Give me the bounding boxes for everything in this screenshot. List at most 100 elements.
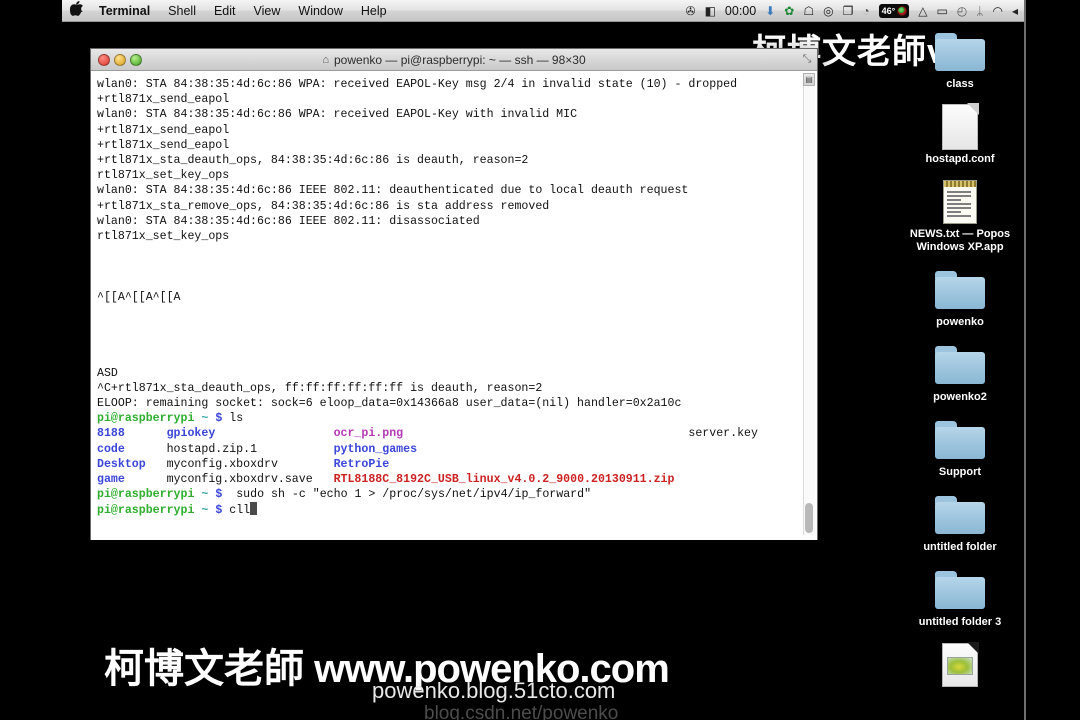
menu-item-window[interactable]: Window — [289, 0, 351, 22]
ls-entry: game — [97, 472, 167, 486]
desktop-icon[interactable]: powenko2 — [900, 339, 1020, 404]
terminal-line-text: +rtl871x_sta_deauth_ops, 84:38:35:4d:6c:… — [97, 153, 529, 167]
terminal-line: wlan0: STA 84:38:35:4d:6c:86 WPA: receiv… — [97, 77, 817, 92]
ls-entry: myconfig.xboxdrv.save — [166, 472, 334, 486]
ls-entry: RetroPie — [333, 457, 689, 471]
menu-item-edit[interactable]: Edit — [205, 0, 245, 22]
terminal-line-text: wlan0: STA 84:38:35:4d:6c:86 IEEE 802.11… — [97, 214, 480, 228]
terminal-line: ^C+rtl871x_sta_deauth_ops, ff:ff:ff:ff:f… — [97, 381, 817, 396]
terminal-line-text: wlan0: STA 84:38:35:4d:6c:86 WPA: receiv… — [97, 108, 578, 122]
desktop-icon[interactable] — [900, 639, 1020, 691]
desktop-icon-label: NEWS.txt — Popos Windows XP.app — [909, 228, 1011, 253]
ls-entry: 8188 — [97, 427, 167, 441]
command-text: ls — [229, 412, 244, 426]
terminal-line-text: +rtl871x_send_eapol — [97, 93, 230, 107]
ls-entry: myconfig.xboxdrv — [166, 457, 334, 471]
watermark-blog-51cto: powenko.blog.51cto.com — [372, 678, 616, 703]
terminal-line-text: wlan0: STA 84:38:35:4d:6c:86 WPA: receiv… — [97, 78, 738, 91]
terminal-window[interactable]: ⌂ powenko — pi@raspberrypi: ~ — ssh — 98… — [90, 48, 818, 540]
desktop-icon[interactable]: Support — [900, 414, 1020, 479]
timemachine-icon[interactable]: ◴ — [957, 5, 967, 17]
desktop-icon[interactable]: untitled folder — [900, 489, 1020, 554]
box-icon[interactable]: ◧ — [705, 5, 716, 17]
terminal-line-text: ELOOP: remaining socket: sock=6 eloop_da… — [97, 396, 682, 410]
desktop-icon[interactable]: untitled folder 3 — [900, 564, 1020, 629]
scroll-up-button[interactable]: ▤ — [803, 73, 815, 86]
terminal-title-bar[interactable]: ⌂ powenko — pi@raspberrypi: ~ — ssh — 98… — [91, 49, 817, 71]
desktop-icon-label: powenko — [936, 316, 984, 328]
menu-item-help[interactable]: Help — [352, 0, 396, 22]
desktop-icon[interactable]: class — [900, 26, 1020, 91]
menu-bar: Terminal Shell Edit View Window Help ✇ ◧… — [62, 0, 1024, 22]
terminal-line-text: ASD — [97, 366, 118, 380]
terminal-line-text: ^C+rtl871x_sta_deauth_ops, ff:ff:ff:ff:f… — [97, 381, 543, 395]
menu-item-view[interactable]: View — [245, 0, 290, 22]
ls-row: game myconfig.xboxdrv.save RTL8188C_8192… — [97, 472, 817, 487]
desktop-icon-label: untitled folder — [923, 541, 997, 553]
menu-bar-clock[interactable]: 00:00 — [725, 4, 756, 18]
terminal-output[interactable]: wlan0: STA 84:38:35:4d:6c:86 WPA: receiv… — [91, 71, 817, 540]
watermark-blog-csdn: blog.csdn.net/powenko — [424, 703, 619, 720]
desktop-icon[interactable]: hostapd.conf — [900, 101, 1020, 166]
download-icon[interactable]: ⬇ — [765, 5, 775, 17]
terminal-line-text: ^[[A^[[A^[[A — [97, 290, 181, 304]
menu-item-shell[interactable]: Shell — [159, 0, 205, 22]
desktop-icon[interactable]: NEWS.txt — Popos Windows XP.app — [900, 176, 1020, 254]
menu-item-terminal[interactable]: Terminal — [90, 0, 159, 22]
ls-entry: code — [97, 442, 167, 456]
terminal-scrollbar-track[interactable] — [803, 73, 815, 535]
bluetooth-icon[interactable]: ᛦ — [976, 5, 983, 17]
ls-entry: gpiokey — [166, 427, 334, 441]
terminal-line: +rtl871x_send_eapol — [97, 92, 817, 107]
terminal-input-text: cll — [229, 504, 251, 518]
prompt-user-host: pi@raspberrypi — [97, 488, 195, 502]
google-drive-icon[interactable]: △ — [918, 5, 927, 17]
command-text: sudo sh -c "echo 1 > /proc/sys/net/ipv4/… — [229, 488, 592, 502]
terminal-line: rtl871x_set_key_ops — [97, 229, 817, 244]
folder-icon — [935, 489, 985, 541]
terminal-cursor — [250, 502, 258, 516]
dropbox-sync-icon[interactable]: ✿ — [784, 5, 794, 17]
temperature-widget[interactable]: 46° — [878, 3, 910, 18]
bell-icon[interactable]: ☖ — [803, 5, 814, 17]
terminal-line: rtl871x_set_key_ops — [97, 168, 817, 183]
apple-logo-icon[interactable] — [62, 0, 90, 21]
fullscreen-icon[interactable]: ⤡ — [800, 52, 814, 66]
ls-entry: Desktop — [97, 457, 167, 471]
terminal-line: +rtl871x_send_eapol — [97, 123, 817, 138]
volume-icon[interactable]: ◂ — [1012, 5, 1018, 17]
terminal-line: ASD — [97, 366, 817, 381]
prompt-user-host: pi@raspberrypi — [97, 504, 195, 518]
ls-entry: python_games — [333, 442, 689, 456]
terminal-line: wlan0: STA 84:38:35:4d:6c:86 WPA: receiv… — [97, 107, 817, 122]
terminal-line: +rtl871x_send_eapol — [97, 138, 817, 153]
terminal-line: wlan0: STA 84:38:35:4d:6c:86 IEEE 802.11… — [97, 214, 817, 229]
screens-icon[interactable]: ❐ — [843, 5, 854, 17]
creative-cloud-icon[interactable]: ◎ — [823, 5, 833, 17]
terminal-prompt-line-sudo: pi@raspberrypi ~ $ sudo sh -c "echo 1 > … — [97, 487, 817, 502]
window-title-text: powenko — pi@raspberrypi: ~ — ssh — 98×3… — [334, 52, 586, 67]
airplay-icon[interactable]: ▭ — [936, 5, 947, 17]
spotlight-dim-icon[interactable]: ◔ — [862, 5, 869, 17]
terminal-prompt-line-ls: pi@raspberrypi ~ $ ls — [97, 411, 817, 426]
terminal-line: +rtl871x_sta_remove_ops, 84:38:35:4d:6c:… — [97, 199, 817, 214]
terminal-line: wlan0: STA 84:38:35:4d:6c:86 IEEE 802.11… — [97, 183, 817, 198]
terminal-prompt-line-current: pi@raspberrypi ~ $ cll — [97, 502, 817, 517]
wings-icon[interactable]: ✇ — [686, 5, 696, 17]
image-document-icon — [942, 639, 979, 691]
desktop-icon-label: Support — [938, 466, 982, 478]
terminal-scrollbar-thumb[interactable] — [805, 503, 813, 533]
menu-bar-status-area: ✇ ◧ 00:00 ⬇ ✿ ☖ ◎ ❐ ◔ 46° △ ▭ ◴ ᛦ ◠ ◂ — [686, 3, 1024, 18]
wifi-icon[interactable]: ◠ — [992, 5, 1002, 17]
terminal-line-text: wlan0: STA 84:38:35:4d:6c:86 IEEE 802.11… — [97, 184, 689, 198]
folder-icon — [935, 564, 985, 616]
desktop-divider — [1024, 0, 1026, 720]
desktop-icon[interactable]: powenko — [900, 264, 1020, 329]
document-icon — [942, 101, 979, 153]
